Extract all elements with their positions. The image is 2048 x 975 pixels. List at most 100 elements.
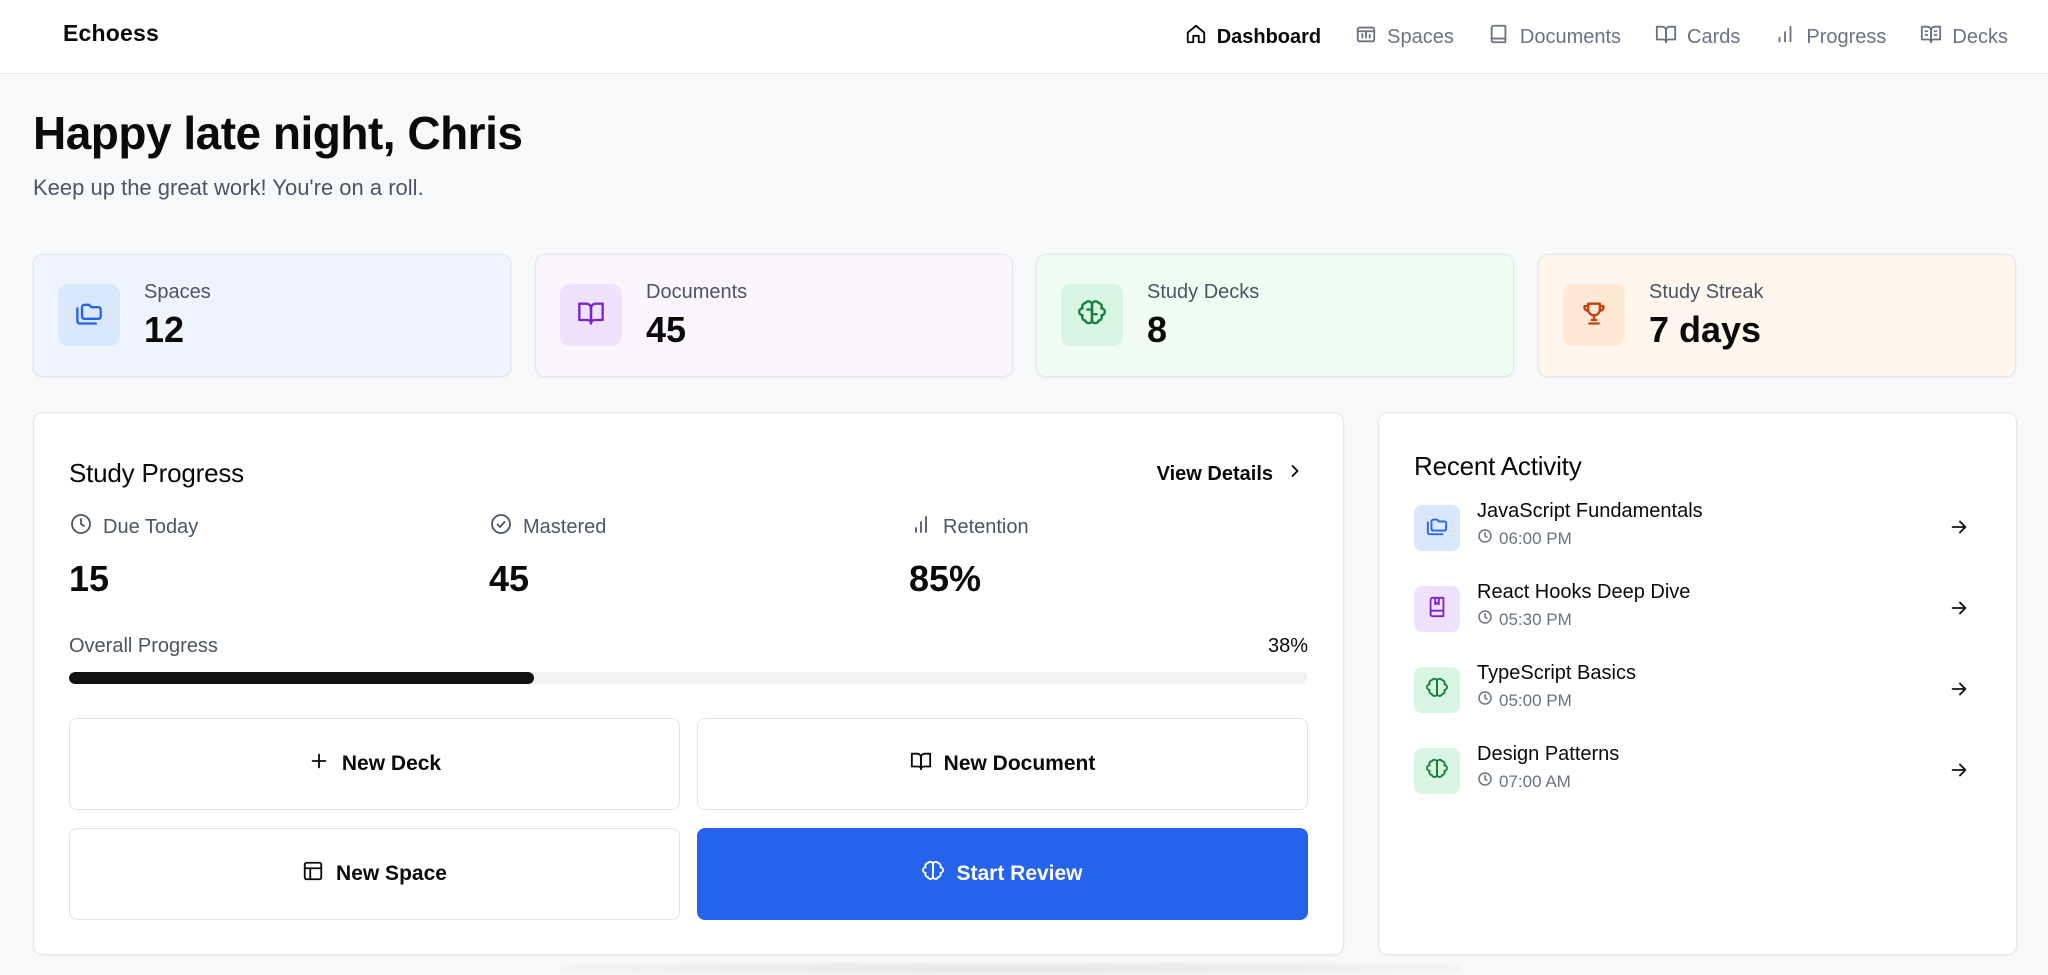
book-open-text-icon xyxy=(1920,23,1942,51)
activity-icon-box xyxy=(1414,586,1460,632)
stat-card-study-decks[interactable]: Study Decks 8 xyxy=(1036,254,1514,377)
view-details-button[interactable]: View Details xyxy=(1157,461,1305,487)
metric-value: 85% xyxy=(909,558,982,599)
brain-icon xyxy=(1426,758,1448,785)
folders-icon xyxy=(75,299,103,332)
start-review-button[interactable]: Start Review xyxy=(697,828,1308,920)
app-logo[interactable]: Echoess xyxy=(63,20,159,47)
activity-time: 05:00 PM xyxy=(1477,690,1572,711)
metric-due-today: Due Today 15 xyxy=(69,512,198,600)
button-label: New Space xyxy=(336,862,447,885)
metric-value: 15 xyxy=(69,558,110,599)
stat-icon-box xyxy=(560,284,622,346)
activity-title: TypeScript Basics xyxy=(1477,662,1636,684)
overall-progress-fill xyxy=(69,672,534,684)
study-progress-title: Study Progress xyxy=(69,458,244,488)
new-document-button[interactable]: New Document xyxy=(697,718,1308,810)
stat-value: 45 xyxy=(646,309,687,350)
nav-item-decks[interactable]: Decks xyxy=(1920,23,2008,51)
recent-activity-title: Recent Activity xyxy=(1414,451,1582,481)
nav-label: Cards xyxy=(1687,25,1741,48)
stat-label: Documents xyxy=(646,281,748,303)
activity-time: 05:30 PM xyxy=(1477,609,1572,630)
study-progress-card: Study Progress View Details Due Today 15… xyxy=(33,412,1344,955)
nav-item-documents[interactable]: Documents xyxy=(1488,23,1621,51)
home-icon xyxy=(1185,23,1207,51)
nav-item-spaces[interactable]: Spaces xyxy=(1355,23,1454,51)
arrow-right-icon[interactable] xyxy=(1948,597,1970,619)
stat-label: Spaces xyxy=(144,281,211,303)
top-navigation-bar: Echoess Dashboard Spaces Documents Cards… xyxy=(0,0,2048,74)
nav-item-cards[interactable]: Cards xyxy=(1655,23,1740,51)
metric-label: Retention xyxy=(943,515,1029,538)
recent-activity-card: Recent Activity JavaScript Fundamentals … xyxy=(1378,412,2017,955)
book-open-icon xyxy=(577,299,605,332)
brain-icon xyxy=(1426,677,1448,704)
nav-label: Dashboard xyxy=(1216,25,1322,48)
page-title: Happy late night, Chris xyxy=(33,107,523,159)
stat-value: 8 xyxy=(1147,309,1168,350)
clock-icon xyxy=(1477,528,1493,549)
new-deck-button[interactable]: New Deck xyxy=(69,718,680,810)
stat-icon-box xyxy=(1563,284,1625,346)
activity-icon-box xyxy=(1414,505,1460,551)
stat-card-spaces[interactable]: Spaces 12 xyxy=(33,254,511,377)
activity-icon-box xyxy=(1414,667,1460,713)
metric-label-row: Retention xyxy=(909,512,1029,542)
activity-time: 06:00 PM xyxy=(1477,528,1572,549)
metric-label: Due Today xyxy=(103,515,199,538)
folders-icon xyxy=(1426,515,1448,542)
stat-label: Study Streak xyxy=(1649,281,1764,303)
brain-icon xyxy=(922,860,945,888)
stat-card-documents[interactable]: Documents 45 xyxy=(535,254,1013,377)
nav-item-progress[interactable]: Progress xyxy=(1774,23,1886,51)
stat-value: 12 xyxy=(144,309,185,350)
metric-retention: Retention 85% xyxy=(909,512,1029,600)
metric-label-row: Due Today xyxy=(69,512,198,542)
overall-progress-percent: 38% xyxy=(1267,635,1308,657)
stat-card-study-streak[interactable]: Study Streak 7 days xyxy=(1538,254,2016,377)
view-details-label: View Details xyxy=(1156,462,1273,485)
activity-title: JavaScript Fundamentals xyxy=(1477,500,1703,522)
metric-label-row: Mastered xyxy=(489,512,606,542)
clock-icon xyxy=(69,512,93,542)
activity-time-text: 06:00 PM xyxy=(1499,528,1572,548)
arrow-right-icon[interactable] xyxy=(1948,678,1970,700)
new-space-button[interactable]: New Space xyxy=(69,828,680,920)
activity-item[interactable]: React Hooks Deep Dive 05:30 PM xyxy=(1414,579,1984,639)
button-label: New Document xyxy=(943,752,1096,775)
overall-progress-bar xyxy=(69,672,1308,684)
activity-item[interactable]: TypeScript Basics 05:00 PM xyxy=(1414,660,1984,720)
book-open-icon xyxy=(910,750,932,778)
page-subtitle: Keep up the great work! You're on a roll… xyxy=(33,175,424,200)
document-icon xyxy=(1488,23,1510,51)
nav-label: Documents xyxy=(1519,25,1622,48)
arrow-right-icon[interactable] xyxy=(1948,516,1970,538)
page-bottom-shadow xyxy=(560,962,1460,975)
button-label: Start Review xyxy=(956,862,1083,885)
spaces-icon xyxy=(1355,23,1377,51)
stat-value: 7 days xyxy=(1649,309,1762,350)
activity-time-text: 07:00 AM xyxy=(1499,771,1571,791)
arrow-right-icon[interactable] xyxy=(1948,759,1970,781)
stat-icon-box xyxy=(1061,284,1123,346)
activity-icon-box xyxy=(1414,748,1460,794)
trophy-icon xyxy=(1580,299,1608,332)
activity-time: 07:00 AM xyxy=(1477,771,1571,792)
activity-time-text: 05:00 PM xyxy=(1499,690,1572,710)
nav-label: Decks xyxy=(1952,25,2008,48)
button-label: New Deck xyxy=(341,752,442,775)
plus-icon xyxy=(308,750,330,778)
metric-value: 45 xyxy=(489,558,530,599)
nav-item-dashboard[interactable]: Dashboard xyxy=(1185,23,1321,51)
layout-icon xyxy=(302,860,324,888)
bar-chart-icon xyxy=(1774,23,1796,51)
activity-item[interactable]: JavaScript Fundamentals 06:00 PM xyxy=(1414,498,1984,558)
activity-title: Design Patterns xyxy=(1477,743,1620,765)
book-icon xyxy=(1655,23,1677,51)
activity-item[interactable]: Design Patterns 07:00 AM xyxy=(1414,741,1984,801)
overall-progress-label: Overall Progress xyxy=(69,635,218,657)
nav-label: Spaces xyxy=(1387,25,1454,48)
clock-icon xyxy=(1477,609,1493,630)
activity-title: React Hooks Deep Dive xyxy=(1477,581,1691,603)
